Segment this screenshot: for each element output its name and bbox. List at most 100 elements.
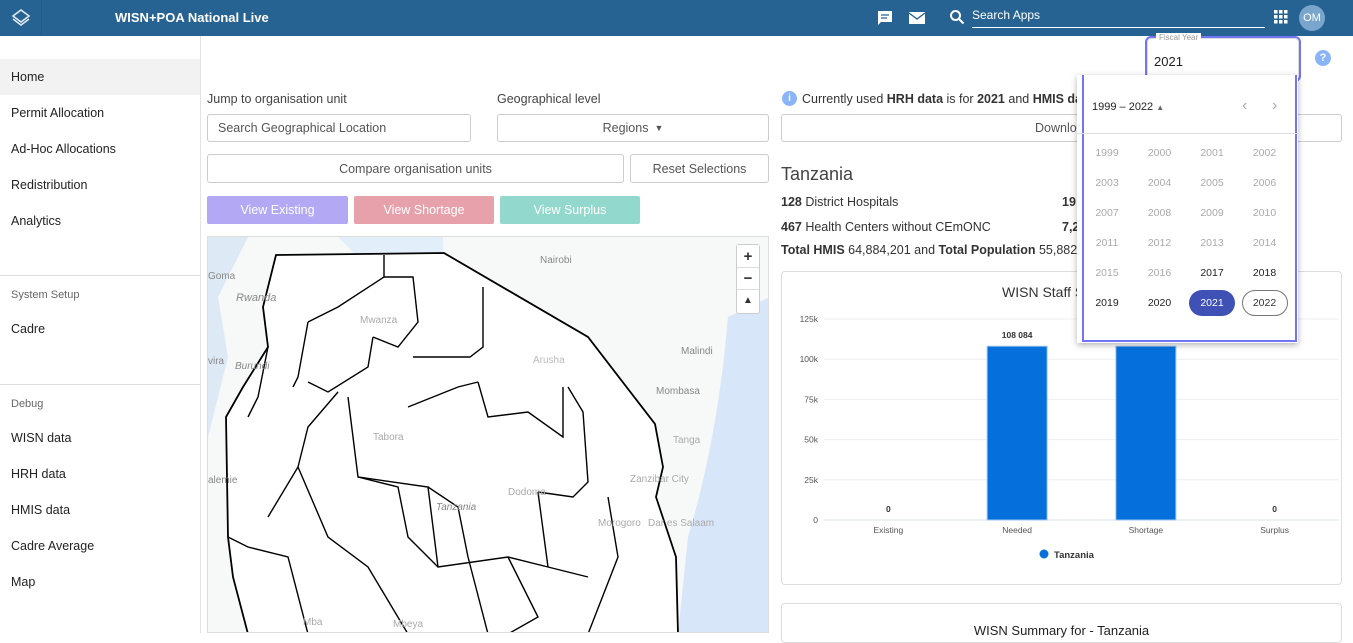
x-tick-label: Surplus xyxy=(1260,525,1289,535)
x-tick-label: Shortage xyxy=(1129,525,1164,535)
compass-reset-icon[interactable]: ▲ xyxy=(737,289,759,311)
compare-button[interactable]: Compare organisation units xyxy=(207,154,624,183)
sidebar-item-analytics[interactable]: Analytics xyxy=(0,203,200,239)
district-hospitals-stat: 128 District Hospitals xyxy=(781,195,898,209)
year-option-2013[interactable]: 2013 xyxy=(1189,230,1235,256)
next-range-icon[interactable]: › xyxy=(1272,97,1277,115)
mail-icon[interactable] xyxy=(908,9,928,27)
view-existing-button[interactable]: View Existing xyxy=(207,196,348,224)
info-text: Currently used xyxy=(802,92,887,106)
year-option-2000[interactable]: 2000 xyxy=(1137,140,1183,166)
zoom-in-button[interactable]: + xyxy=(737,245,759,267)
data-label: 0 xyxy=(886,504,891,514)
x-tick-label: Needed xyxy=(1002,525,1032,535)
info-text: and xyxy=(1004,92,1033,106)
sidebar-item-wisn-data[interactable]: WISN data xyxy=(0,420,200,456)
year-option-2009[interactable]: 2009 xyxy=(1189,200,1235,226)
year-option-2006[interactable]: 2006 xyxy=(1242,170,1288,196)
data-label: 108 084 xyxy=(1002,330,1033,340)
view-surplus-button[interactable]: View Surplus xyxy=(500,196,640,224)
fiscal-year-value: 2021 xyxy=(1154,54,1183,69)
map-label-dodoma: Dodoma xyxy=(508,487,546,498)
year-option-2012[interactable]: 2012 xyxy=(1137,230,1183,256)
fiscal-year-field[interactable]: Fiscal Year 2021 xyxy=(1145,33,1301,82)
year-option-2022[interactable]: 2022 xyxy=(1241,290,1288,316)
map-label-tanga: Tanga xyxy=(673,435,701,446)
bar-shortage[interactable] xyxy=(1115,345,1177,521)
sidebar-item-permit-allocation[interactable]: Permit Allocation xyxy=(0,95,200,131)
year-option-2011[interactable]: 2011 xyxy=(1084,230,1130,256)
year-option-2019[interactable]: 2019 xyxy=(1084,290,1130,316)
map-label-nairobi: Nairobi xyxy=(540,255,572,266)
geo-level-select[interactable]: Regions ▼ xyxy=(497,114,769,142)
search-apps-input[interactable]: Search Apps xyxy=(972,6,1265,28)
info-bold: HRH data xyxy=(886,92,944,106)
zoom-out-button[interactable]: − xyxy=(737,267,759,289)
y-tick-label: 125k xyxy=(800,314,819,324)
section-heading-system-setup: System Setup xyxy=(11,289,80,301)
sidebar-item-ad-hoc-allocations[interactable]: Ad-Hoc Allocations xyxy=(0,131,200,167)
geo-level-value: Regions xyxy=(602,121,649,135)
sidebar-item-cadre[interactable]: Cadre xyxy=(0,311,200,347)
data-label: 0 xyxy=(1272,504,1277,514)
chat-icon[interactable] xyxy=(876,9,896,27)
year-option-2015[interactable]: 2015 xyxy=(1084,260,1130,286)
year-option-2010[interactable]: 2010 xyxy=(1242,200,1288,226)
y-tick-label: 50k xyxy=(804,435,818,445)
year-option-2003[interactable]: 2003 xyxy=(1084,170,1130,196)
year-option-2016[interactable]: 2016 xyxy=(1137,260,1183,286)
view-shortage-button[interactable]: View Shortage xyxy=(354,196,494,224)
sidebar-item-redistribution[interactable]: Redistribution xyxy=(0,167,200,203)
legend-label[interactable]: Tanzania xyxy=(1054,550,1095,561)
year-option-2004[interactable]: 2004 xyxy=(1137,170,1183,196)
map-label-rwanda: Rwanda xyxy=(236,292,276,304)
info-bold: 2021 xyxy=(977,92,1005,106)
year-range-toggle[interactable]: 1999 – 2022 ▲ xyxy=(1092,101,1164,113)
sidebar-item-hrh-data[interactable]: HRH data xyxy=(0,456,200,492)
org-unit-title: Tanzania xyxy=(781,164,854,184)
map-label-morogoro: Morogoro xyxy=(598,518,641,529)
year-option-2017[interactable]: 2017 xyxy=(1189,260,1235,286)
caret-up-icon: ▲ xyxy=(1156,103,1165,112)
year-option-2002[interactable]: 2002 xyxy=(1242,140,1288,166)
y-tick-label: 100k xyxy=(800,354,819,364)
stat-label: Health Centers without CEmONC xyxy=(801,220,991,234)
map-label-tabora: Tabora xyxy=(373,432,404,443)
summary-card: WISN Summary for - Tanzania xyxy=(781,603,1342,643)
reset-button[interactable]: Reset Selections xyxy=(630,154,769,183)
map-label-zanzibar-city: Zanzibar City xyxy=(630,474,689,485)
avatar[interactable]: OM xyxy=(1299,5,1325,31)
year-option-2018[interactable]: 2018 xyxy=(1242,260,1288,286)
map-label-arusha: Arusha xyxy=(533,355,565,366)
data-info-text: Currently used HRH data is for 2021 and … xyxy=(802,92,1086,106)
year-option-2008[interactable]: 2008 xyxy=(1137,200,1183,226)
search-icon[interactable] xyxy=(949,9,969,27)
x-tick-label: Existing xyxy=(873,525,903,535)
sidebar-item-map[interactable]: Map xyxy=(0,564,200,600)
map-label-kalemie: alemie xyxy=(208,475,238,486)
app-title: WISN+POA National Live xyxy=(115,10,269,25)
year-option-2007[interactable]: 2007 xyxy=(1084,200,1130,226)
year-option-1999[interactable]: 1999 xyxy=(1084,140,1130,166)
sidebar-item-hmis-data[interactable]: HMIS data xyxy=(0,492,200,528)
map-label-mba: Mba xyxy=(303,617,323,628)
apps-grid-icon[interactable] xyxy=(1274,10,1294,28)
legend-marker[interactable] xyxy=(1039,549,1049,559)
app-logo-icon[interactable] xyxy=(0,0,42,36)
bar-needed[interactable] xyxy=(986,345,1048,521)
map-canvas: Nairobi Rwanda Goma Burundi Mwanza Arush… xyxy=(208,237,768,632)
sidebar-item-cadre-average[interactable]: Cadre Average xyxy=(0,528,200,564)
info-text: is for xyxy=(943,92,978,106)
year-option-2005[interactable]: 2005 xyxy=(1189,170,1235,196)
sidebar-item-home[interactable]: Home xyxy=(0,59,200,95)
year-option-2021[interactable]: 2021 xyxy=(1189,290,1235,316)
year-option-2020[interactable]: 2020 xyxy=(1137,290,1183,316)
help-icon[interactable]: ? xyxy=(1315,50,1331,66)
previous-range-icon[interactable]: ‹ xyxy=(1242,97,1247,115)
region-map[interactable]: Nairobi Rwanda Goma Burundi Mwanza Arush… xyxy=(207,236,769,633)
year-option-2014[interactable]: 2014 xyxy=(1242,230,1288,256)
search-location-input[interactable]: Search Geographical Location xyxy=(207,114,471,142)
info-icon: i xyxy=(782,91,797,106)
year-option-2001[interactable]: 2001 xyxy=(1189,140,1235,166)
y-tick-label: 0 xyxy=(813,515,818,525)
